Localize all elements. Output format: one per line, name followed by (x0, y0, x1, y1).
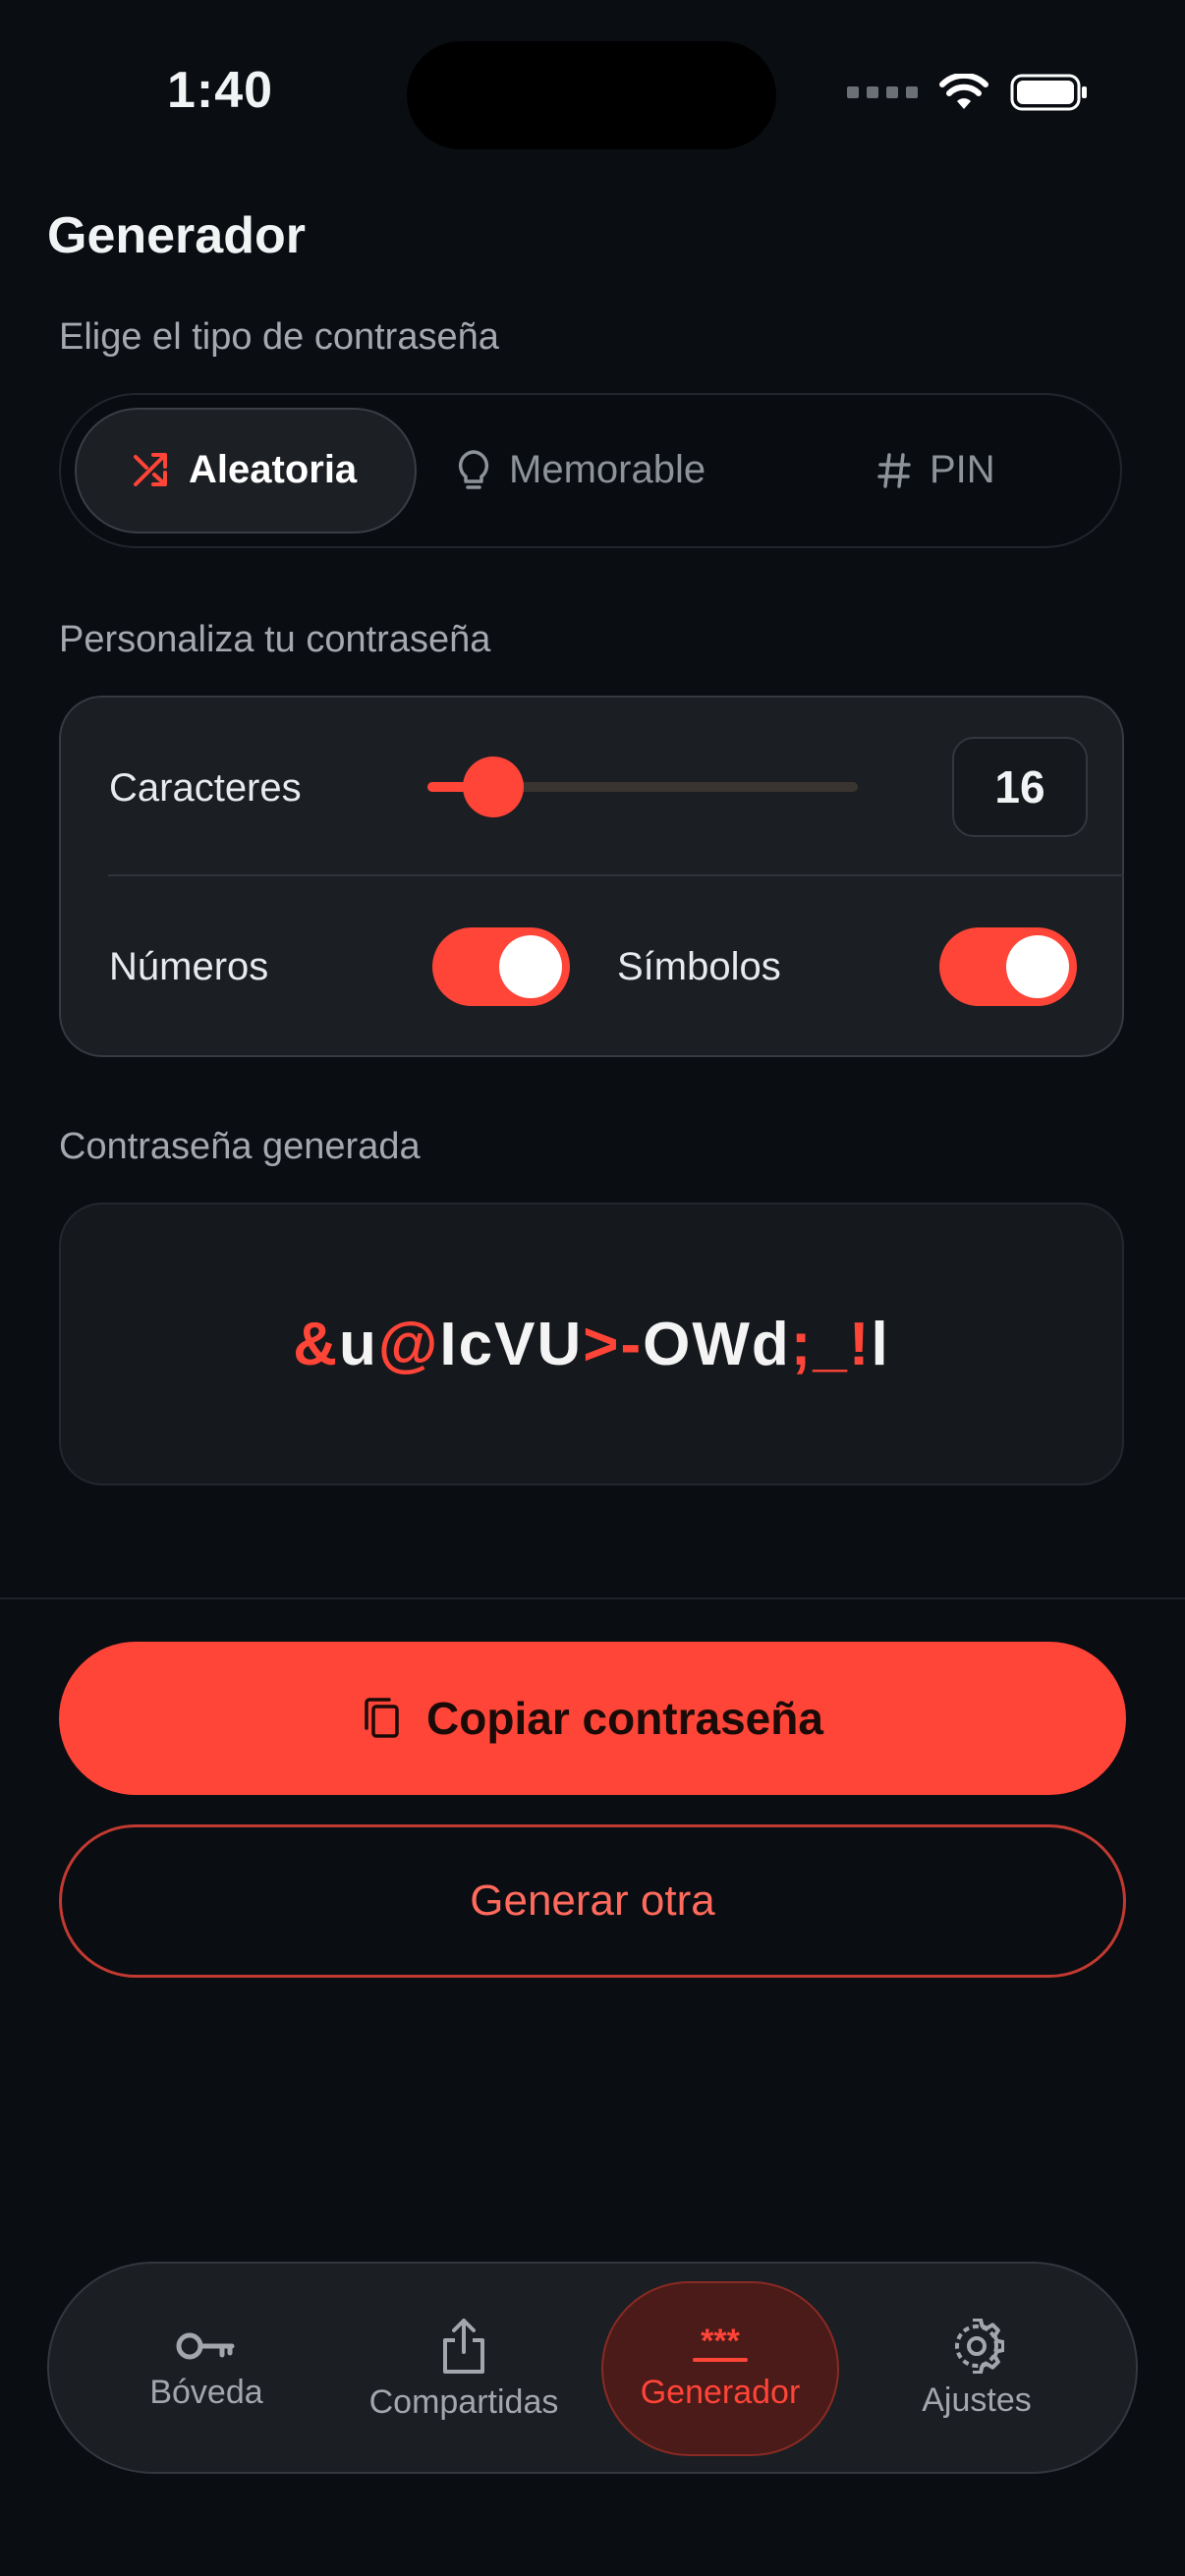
segment-pin[interactable]: PIN (876, 448, 995, 492)
characters-label: Caracteres (109, 766, 302, 810)
tab-generador-label: Generador (640, 2373, 801, 2411)
wifi-icon (939, 74, 988, 109)
generated-label: Contraseña generada (59, 1126, 421, 1167)
password-symbol: ;_! (790, 1310, 872, 1378)
copy-password-button[interactable]: Copiar contraseña (59, 1642, 1126, 1795)
symbols-toggle[interactable] (939, 927, 1077, 1006)
share-icon (443, 2318, 484, 2374)
customize-label: Personaliza tu contraseña (59, 619, 491, 660)
password-symbol: @ (377, 1310, 440, 1378)
password-letters: l (871, 1310, 890, 1378)
password-letters: u (339, 1310, 378, 1378)
segment-memorable-label: Memorable (509, 448, 706, 491)
symbols-label: Símbolos (617, 945, 781, 988)
numbers-label: Números (109, 945, 269, 988)
segment-aleatoria-label: Aleatoria (189, 448, 358, 491)
password-letters: OWd (643, 1310, 791, 1378)
tab-generador[interactable]: *** Generador (602, 2277, 838, 2460)
segment-memorable[interactable]: Memorable (456, 448, 705, 492)
svg-text:***: *** (701, 2326, 740, 2360)
hash-icon (877, 452, 911, 488)
copy-icon (365, 1698, 399, 1738)
section-divider (0, 1597, 1185, 1599)
tab-boveda[interactable]: Bóveda (88, 2277, 324, 2460)
generate-another-label: Generar otra (470, 1876, 715, 1925)
password-symbol: >- (583, 1310, 644, 1378)
gear-icon (955, 2318, 1004, 2374)
tab-compartidas[interactable]: Compartidas (346, 2277, 582, 2460)
status-time: 1:40 (167, 62, 274, 119)
page-title: Generador (47, 207, 306, 264)
tab-compartidas-label: Compartidas (368, 2382, 559, 2421)
generated-password-card[interactable]: &u@IcVU>-OWd;_!l (59, 1203, 1124, 1485)
toggle-knob (1006, 935, 1069, 998)
shuffle-icon (134, 452, 167, 486)
generated-password: &u@IcVU>-OWd;_!l (293, 1310, 889, 1379)
toggle-knob (499, 935, 562, 998)
numbers-toggle[interactable] (432, 927, 570, 1006)
generate-another-button[interactable]: Generar otra (59, 1824, 1126, 1978)
lightbulb-icon (458, 449, 489, 489)
segment-aleatoria[interactable]: Aleatoria (132, 448, 357, 492)
status-icons (847, 73, 1089, 112)
tab-boveda-label: Bóveda (149, 2373, 263, 2411)
card-divider (108, 874, 1124, 876)
key-icon (176, 2332, 235, 2359)
password-type-label: Elige el tipo de contraseña (59, 316, 499, 358)
length-slider-thumb[interactable] (463, 756, 524, 817)
dynamic-island (407, 41, 776, 149)
segment-pin-label: PIN (930, 448, 995, 491)
tab-ajustes[interactable]: Ajustes (859, 2277, 1095, 2460)
password-letters: IcVU (439, 1310, 584, 1378)
battery-icon (1010, 74, 1087, 111)
copy-password-label: Copiar contraseña (426, 1693, 823, 1744)
cellular-signal-icon (847, 86, 918, 98)
tab-ajustes-label: Ajustes (922, 2380, 1032, 2419)
asterisks-icon: *** (693, 2326, 748, 2362)
length-value[interactable]: 16 (952, 737, 1088, 837)
password-symbol: & (293, 1310, 340, 1378)
